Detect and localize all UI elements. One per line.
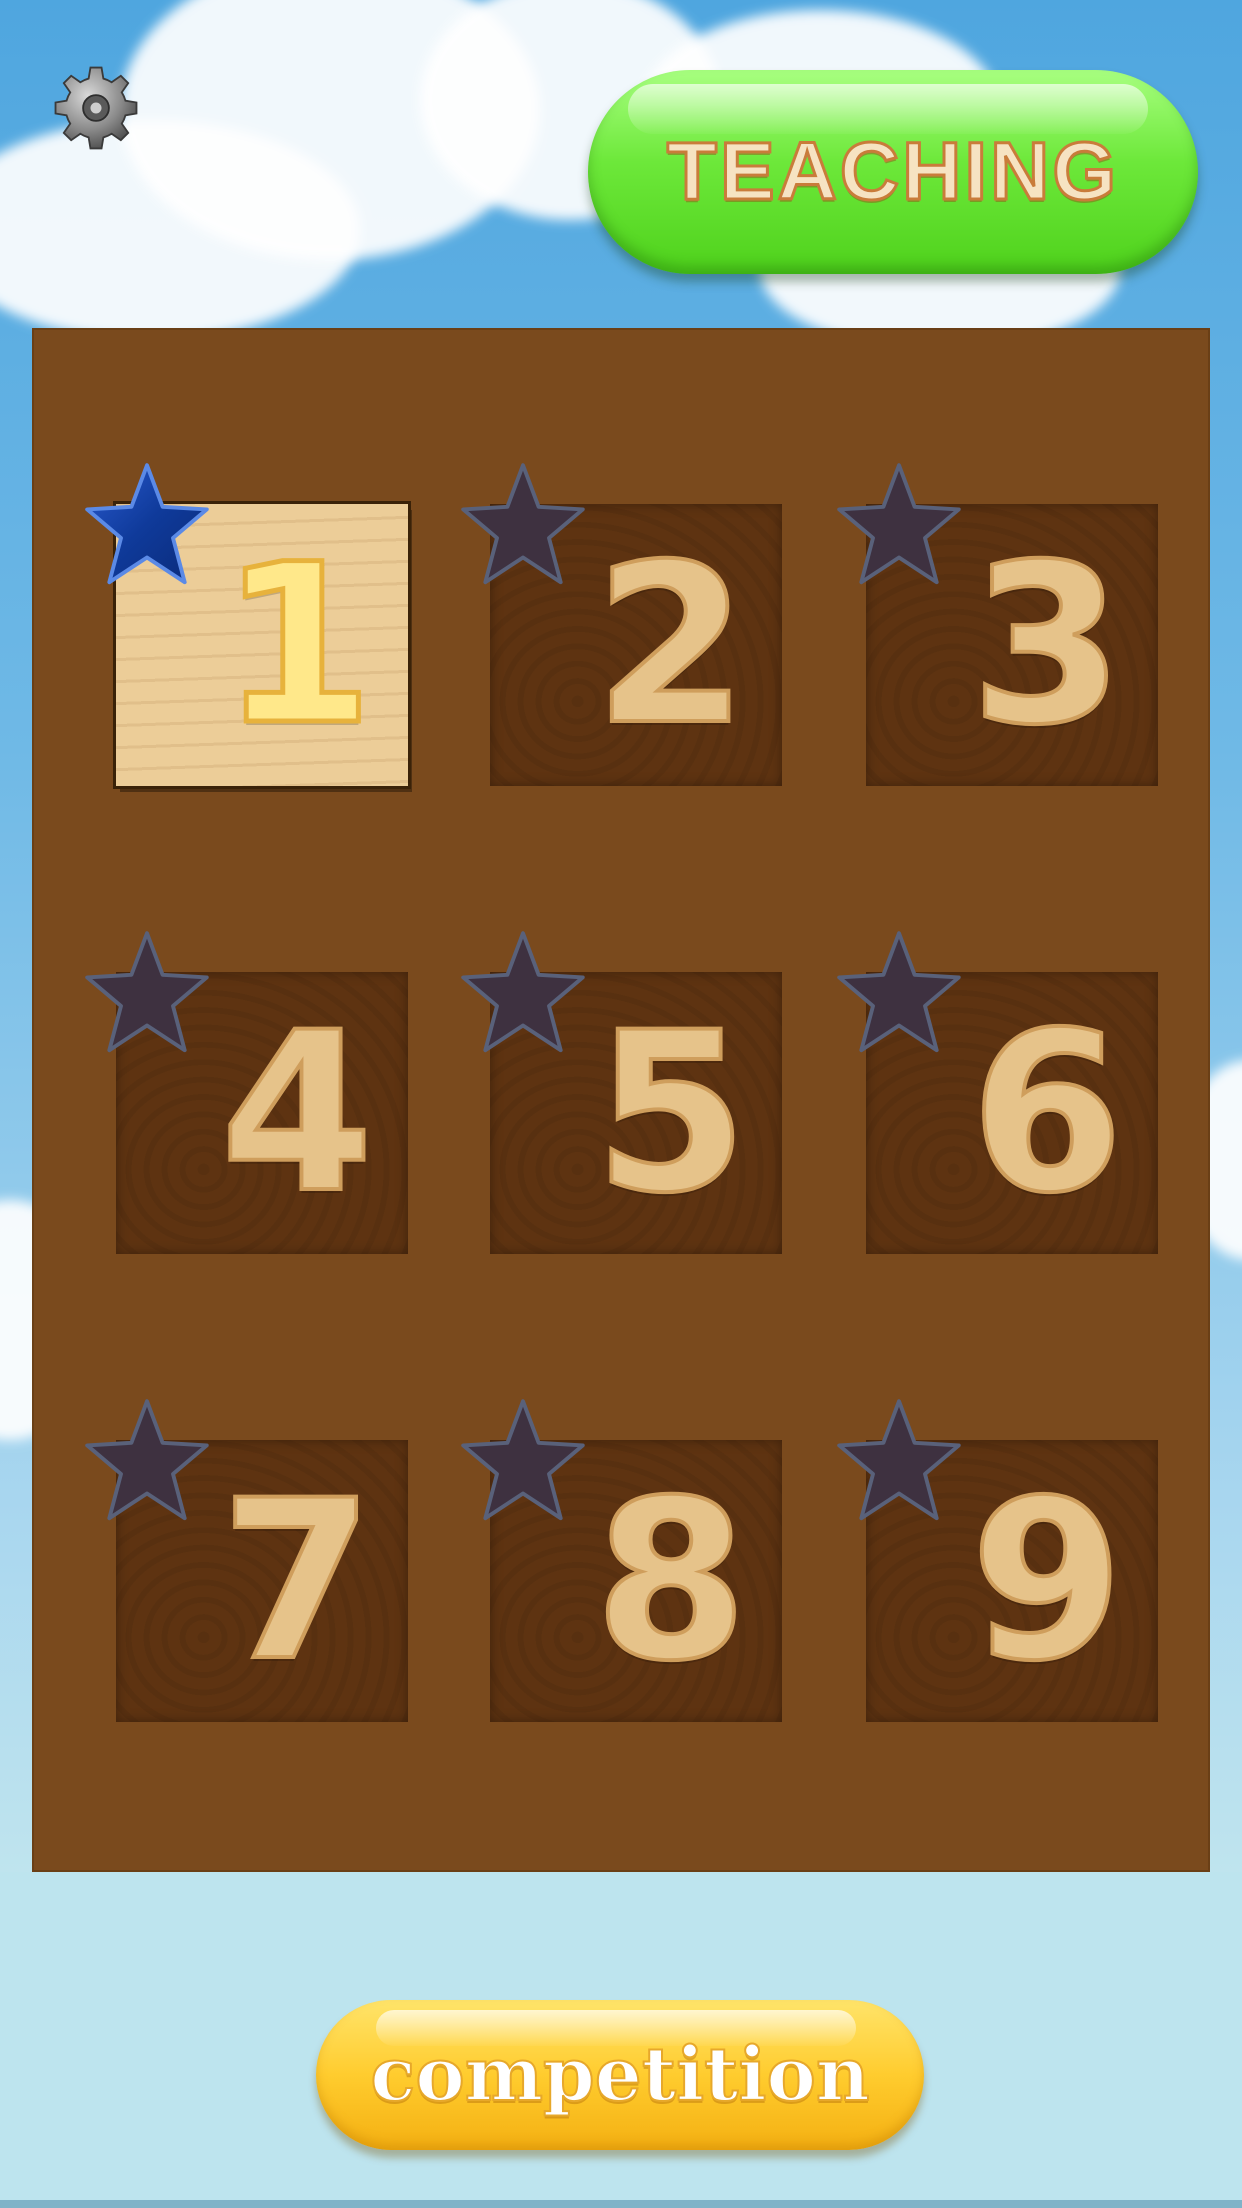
tile-number: 6 [968, 983, 1125, 1243]
tile-number: 5 [592, 983, 749, 1243]
star-icon [461, 1399, 585, 1521]
star-icon [85, 1399, 209, 1521]
teaching-label: TEACHING [665, 125, 1120, 219]
star-icon [837, 463, 961, 585]
level-board: 1 2 3 4 5 6 7 8 9 [34, 330, 1208, 1870]
tile-number: 4 [218, 983, 375, 1243]
star-icon [837, 1399, 961, 1521]
competition-label: competition [369, 2031, 870, 2119]
game-screen: TEACHING 1 2 3 4 5 6 7 8 9 competition [0, 0, 1242, 2208]
tile-number: 1 [218, 515, 376, 776]
tile-number: 2 [592, 515, 749, 775]
star-icon [85, 931, 209, 1053]
competition-button[interactable]: competition [316, 2000, 924, 2150]
star-icon [461, 931, 585, 1053]
tile-number: 8 [592, 1451, 749, 1711]
tile-number: 3 [968, 515, 1125, 775]
tile-number: 7 [218, 1451, 375, 1711]
bottom-edge [0, 2200, 1242, 2208]
tile-number: 9 [968, 1451, 1125, 1711]
star-icon [85, 463, 209, 585]
teaching-button[interactable]: TEACHING [588, 70, 1198, 274]
star-icon [461, 463, 585, 585]
gear-icon[interactable] [50, 62, 142, 154]
star-icon [837, 931, 961, 1053]
